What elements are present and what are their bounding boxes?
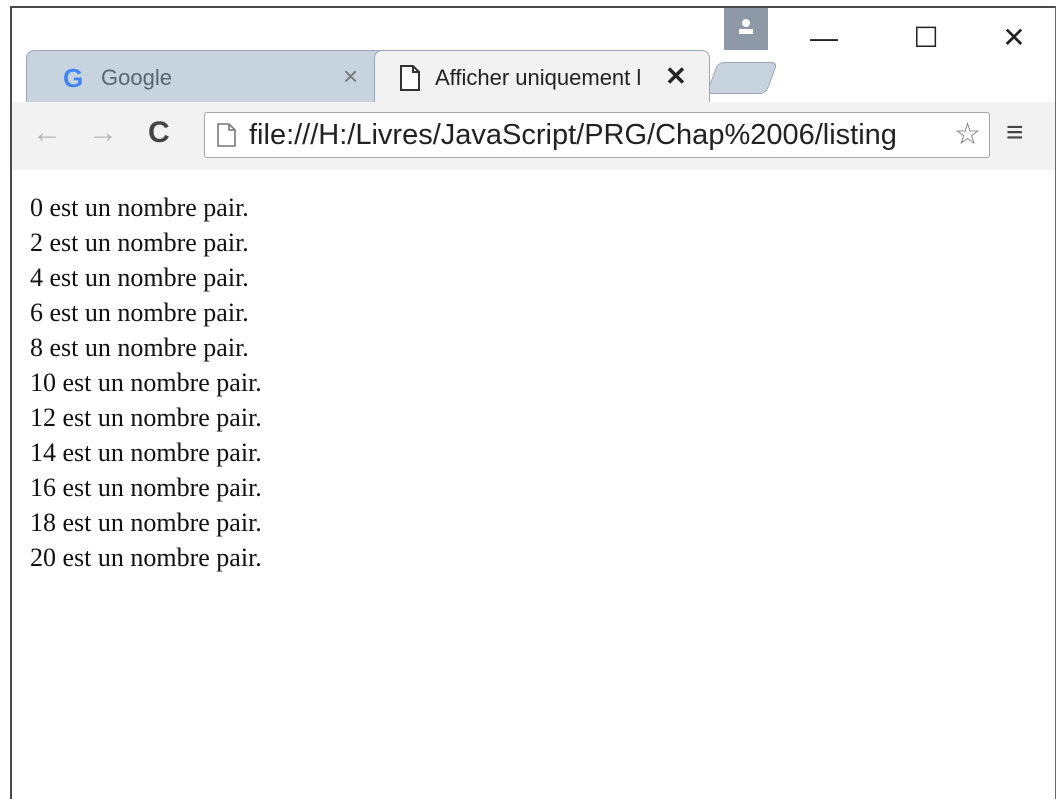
output-line: 2 est un nombre pair. [30, 228, 249, 257]
output-line: 16 est un nombre pair. [30, 473, 262, 502]
output-line: 20 est un nombre pair. [30, 543, 262, 572]
output-line: 4 est un nombre pair. [30, 263, 249, 292]
title-bar: G Google × Afficher uniquement l ✕ — ☐ ✕ [12, 8, 1055, 102]
menu-icon[interactable]: ≡ [1006, 116, 1024, 150]
minimize-button[interactable]: — [794, 18, 854, 58]
tab-google[interactable]: G Google × [26, 50, 386, 102]
page-icon [217, 123, 237, 152]
tab-close-icon[interactable]: ✕ [665, 61, 687, 92]
star-icon[interactable]: ☆ [954, 117, 981, 152]
maximize-button[interactable]: ☐ [896, 18, 956, 58]
page-content: 0 est un nombre pair. 2 est un nombre pa… [12, 170, 1055, 799]
output-line: 14 est un nombre pair. [30, 438, 262, 467]
new-tab-button[interactable] [706, 62, 778, 94]
output-line: 12 est un nombre pair. [30, 403, 262, 432]
profile-button[interactable] [724, 8, 768, 50]
output-line: 8 est un nombre pair. [30, 333, 249, 362]
toolbar: ← → C file:///H:/Livres/JavaScript/PRG/C… [12, 102, 1055, 171]
tab-title: Google [101, 65, 172, 90]
address-bar[interactable]: file:///H:/Livres/JavaScript/PRG/Chap%20… [204, 112, 990, 158]
back-arrow-icon[interactable]: ← [32, 116, 62, 150]
url-text: file:///H:/Livres/JavaScript/PRG/Chap%20… [249, 119, 897, 151]
close-window-button[interactable]: ✕ [984, 18, 1044, 58]
output-line: 6 est un nombre pair. [30, 298, 249, 327]
google-logo-icon: G [63, 63, 84, 93]
output-line: 18 est un nombre pair. [30, 508, 262, 537]
tab-active[interactable]: Afficher uniquement l ✕ [374, 50, 710, 102]
tab-title: Afficher uniquement l [435, 65, 642, 90]
tab-close-icon[interactable]: × [343, 61, 358, 92]
browser-window: G Google × Afficher uniquement l ✕ — ☐ ✕ [10, 6, 1056, 799]
document-icon [399, 65, 421, 96]
person-icon [739, 19, 753, 34]
forward-arrow-icon[interactable]: → [88, 116, 118, 150]
output-line: 10 est un nombre pair. [30, 368, 262, 397]
output-line: 0 est un nombre pair. [30, 193, 249, 222]
reload-icon[interactable]: C [148, 116, 170, 150]
